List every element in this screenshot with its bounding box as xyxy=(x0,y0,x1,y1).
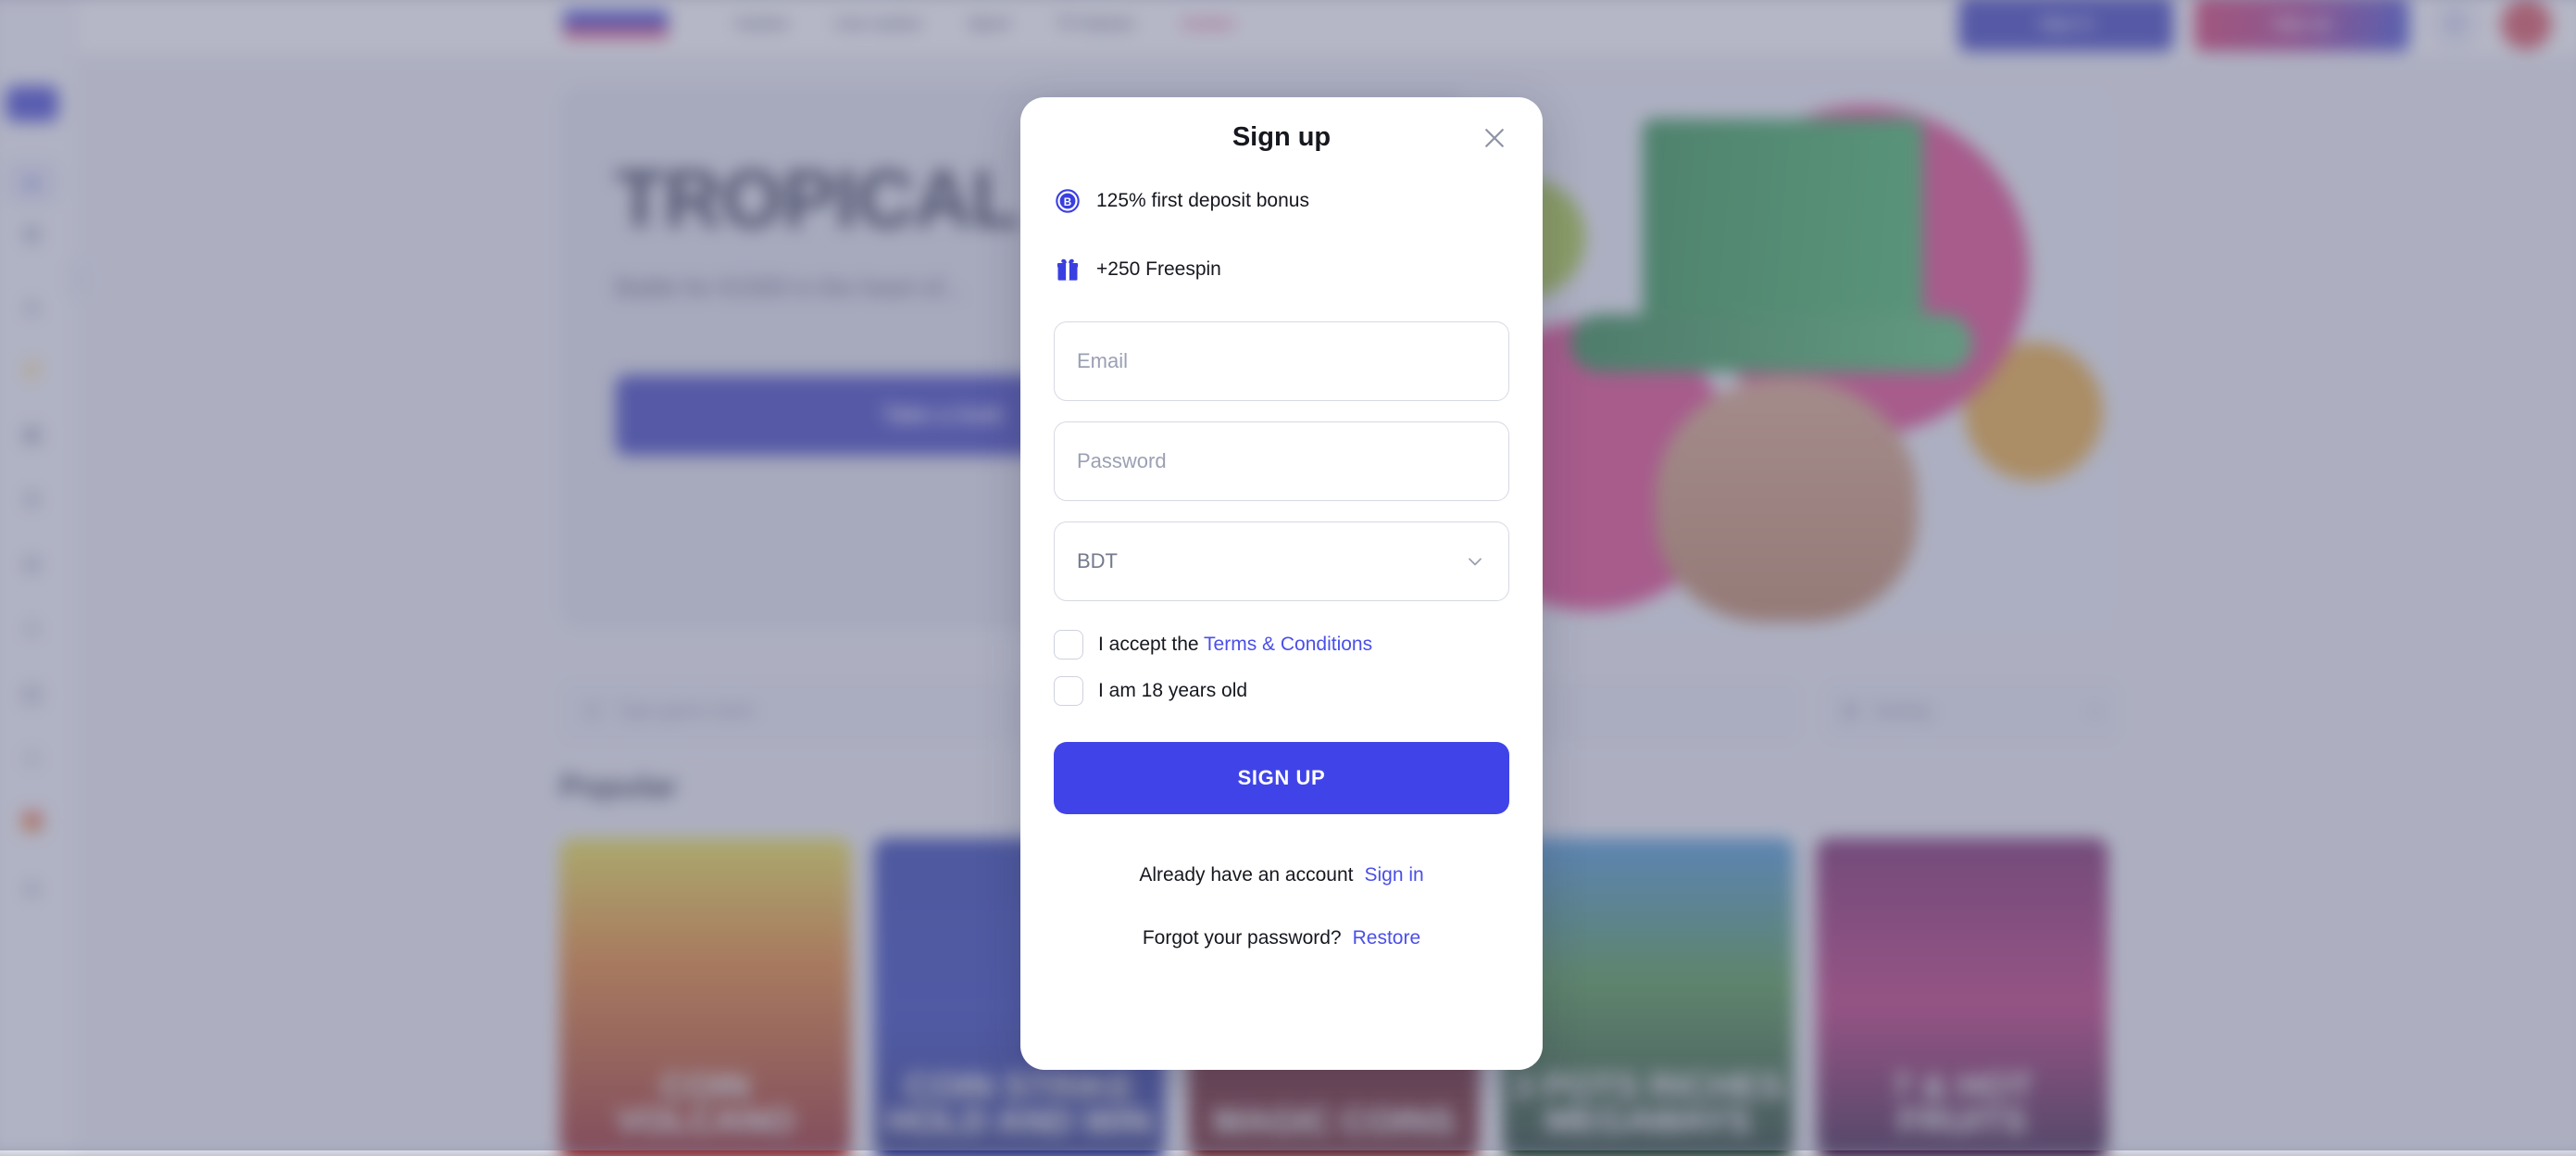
currency-selected-value: BDT xyxy=(1077,549,1118,573)
terms-label-prefix: I accept the xyxy=(1098,634,1199,655)
email-field[interactable]: Email xyxy=(1054,321,1509,401)
age-checkbox[interactable] xyxy=(1054,676,1083,706)
bonus-text-deposit: 125% first deposit bonus xyxy=(1096,190,1309,212)
bonus-badge-icon: B xyxy=(1054,187,1082,215)
email-placeholder: Email xyxy=(1077,349,1128,373)
terms-label: I accept the Terms & Conditions xyxy=(1098,634,1372,656)
password-placeholder: Password xyxy=(1077,449,1167,473)
bonus-item-freespin: +250 Freespin xyxy=(1054,249,1509,290)
already-have-account-row: Already have an account Sign in xyxy=(1054,864,1509,886)
forgot-password-text: Forgot your password? xyxy=(1143,927,1342,949)
restore-password-link[interactable]: Restore xyxy=(1353,927,1421,949)
modal-title: Sign up xyxy=(1232,122,1331,153)
currency-select[interactable]: BDT xyxy=(1054,521,1509,601)
terms-checkbox-row[interactable]: I accept the Terms & Conditions xyxy=(1054,625,1509,664)
close-icon[interactable] xyxy=(1476,119,1513,157)
sign-in-link[interactable]: Sign in xyxy=(1364,864,1423,886)
bonus-item-deposit: B 125% first deposit bonus xyxy=(1054,181,1509,221)
sign-up-submit-button[interactable]: SIGN UP xyxy=(1054,742,1509,814)
gift-icon xyxy=(1054,256,1082,283)
age-checkbox-row[interactable]: I am 18 years old xyxy=(1054,672,1509,710)
bonus-text-freespin: +250 Freespin xyxy=(1096,258,1221,281)
agreement-checkboxes: I accept the Terms & Conditions I am 18 … xyxy=(1054,625,1509,710)
terms-checkbox[interactable] xyxy=(1054,630,1083,660)
chevron-down-icon xyxy=(1464,550,1486,572)
age-label: I am 18 years old xyxy=(1098,680,1247,702)
already-have-account-text: Already have an account xyxy=(1139,864,1353,886)
password-field[interactable]: Password xyxy=(1054,421,1509,501)
modal-header: Sign up xyxy=(1054,97,1509,177)
sign-up-modal: Sign up B 125% first deposit bonus xyxy=(1020,97,1543,1070)
svg-text:B: B xyxy=(1064,196,1071,208)
forgot-password-row: Forgot your password? Restore xyxy=(1054,927,1509,949)
terms-and-conditions-link[interactable]: Terms & Conditions xyxy=(1204,634,1372,655)
